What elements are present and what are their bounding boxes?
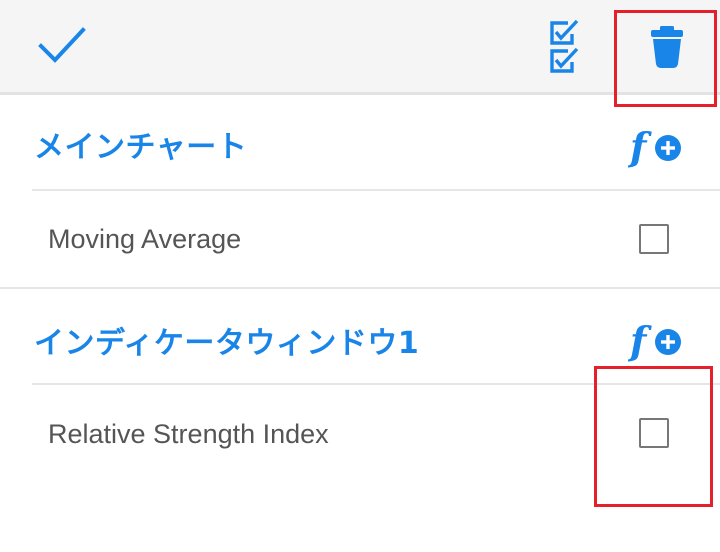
section-divider (0, 287, 720, 289)
confirm-button[interactable] (36, 24, 88, 68)
add-indicator-button-window-1[interactable]: f (627, 318, 688, 363)
rsi-checkbox[interactable] (639, 418, 669, 448)
svg-text:f: f (628, 124, 652, 168)
section-title-indicator-window-1: インディケータウィンドウ1 (34, 326, 420, 361)
delete-button[interactable] (645, 22, 689, 72)
svg-text:f: f (628, 318, 652, 362)
checkmark-icon (38, 27, 86, 63)
trash-icon (651, 26, 683, 68)
indicator-label-rsi: Relative Strength Index (48, 419, 329, 449)
add-indicator-button-main-chart[interactable]: f (627, 124, 688, 169)
indicator-label-moving-average: Moving Average (48, 224, 242, 254)
section-divider (32, 189, 720, 191)
top-toolbar (0, 0, 720, 95)
section-title-main-chart: メインチャート (34, 130, 248, 165)
section-divider (32, 383, 720, 385)
function-add-icon: f (627, 318, 681, 363)
select-all-button[interactable] (546, 18, 584, 76)
function-add-icon: f (627, 124, 681, 169)
moving-average-checkbox[interactable] (639, 224, 669, 254)
double-checklist-icon (550, 19, 579, 73)
